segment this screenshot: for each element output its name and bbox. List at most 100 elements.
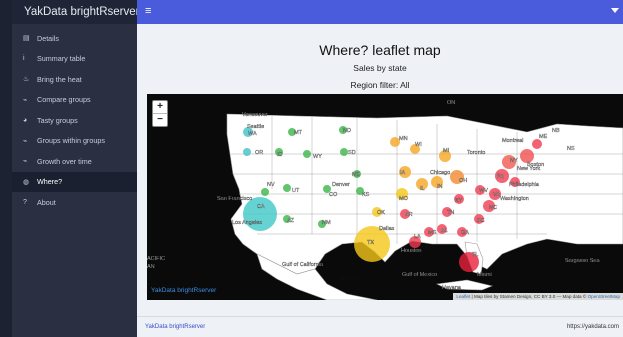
footer-url[interactable]: https://yakdata.com: [567, 324, 619, 330]
zoom-out-button[interactable]: −: [153, 114, 167, 126]
map-label-oh: OH: [459, 178, 467, 184]
map-label-ns: NS: [567, 146, 575, 152]
zoom-control: + −: [152, 100, 168, 127]
map-label-ar: AR: [405, 212, 413, 218]
map-label-los-angeles: Los Angeles: [232, 220, 262, 226]
osm-link[interactable]: OpenStreetMap: [588, 294, 620, 299]
map-marker-me[interactable]: [532, 139, 542, 149]
map-label-nv: NV: [267, 182, 275, 188]
map-label-pa: PA: [497, 174, 504, 180]
map-label-co: CO: [329, 192, 338, 198]
map-marker-nv[interactable]: [261, 188, 269, 196]
map-label-ut: UT: [292, 188, 300, 194]
map-label-an: AN: [147, 264, 155, 270]
map-label-acific: ACIFIC: [147, 256, 165, 262]
sidebar-item-label: About: [37, 197, 56, 207]
map-label-mo: MO: [399, 196, 409, 202]
map-label-mn: MN: [399, 136, 408, 142]
map-marker-sd[interactable]: [340, 148, 348, 156]
map-label-denver: Denver: [332, 182, 350, 188]
dropdown-caret-icon[interactable]: [611, 8, 619, 13]
line-chart-icon: ⌁: [23, 158, 28, 166]
map-brand-label: YakData brightRserver: [151, 287, 217, 294]
line-chart-icon: ⌁: [23, 96, 28, 104]
page-footer: YakData brightRserver https://yakdata.co…: [137, 316, 623, 337]
map-label-nc: NC: [489, 205, 497, 211]
line-chart-icon: ⌁: [23, 137, 28, 145]
region-filter-label: Region filter: All: [350, 80, 410, 90]
page-subtitle: Sales by state: [353, 63, 407, 73]
map-label-san-francisco: San Francisco: [217, 196, 252, 202]
map-label-me: ME: [539, 134, 548, 140]
attribution-text: | Map tiles by Stamen Design, CC BY 3.0 …: [470, 294, 588, 299]
sidebar-item-summary-table[interactable]: i Summary table: [12, 49, 137, 70]
fire-icon: ♨: [23, 76, 30, 84]
sidebar-item-groups-within-groups[interactable]: ⌁ Groups within groups: [12, 131, 137, 152]
map-marker-ut[interactable]: [283, 184, 291, 192]
leaflet-link[interactable]: Leaflet: [456, 294, 470, 299]
map-label-wi: WI: [415, 142, 422, 148]
app-frame: YakData brightRserver ▤ Details i Summary t…: [12, 0, 623, 337]
info-icon: i: [23, 55, 25, 63]
question-icon: ?: [23, 198, 27, 206]
map-label-wv: WV: [479, 188, 488, 194]
sidebar-item-bring-the-heat[interactable]: ♨ Bring the heat: [12, 69, 137, 90]
map-label-toronto: Toronto: [467, 150, 485, 156]
map-label-ky: KY: [455, 198, 463, 204]
sidebar-item-about[interactable]: ? About: [12, 192, 137, 213]
map-label-nd: ND: [343, 128, 351, 134]
map-label-chicago: Chicago: [430, 170, 450, 176]
sidebar-item-label: Growth over time: [37, 156, 92, 166]
sidebar-item-label: Details: [37, 33, 59, 43]
map-label-tn: TN: [447, 210, 454, 216]
leaflet-map[interactable]: Vancouver Seattle WA MT ND OR ID SD WY MN ON WI MI NE…: [147, 94, 623, 300]
map-marker-wy[interactable]: [303, 150, 311, 158]
footer-brand-link[interactable]: YakData brightRserver: [145, 324, 205, 330]
map-label-ga: GA: [461, 230, 469, 236]
sidebar-item-label: Where?: [37, 177, 63, 187]
app-brand[interactable]: YakData brightRserver: [12, 0, 139, 24]
map-label-wy: WY: [313, 154, 322, 160]
map-marker-or[interactable]: [243, 148, 251, 156]
hamburger-icon[interactable]: ≡: [145, 6, 151, 17]
map-label-washington: Washington: [500, 196, 529, 202]
map-label-il: IL: [420, 186, 425, 192]
map-label-nb: NB: [552, 128, 560, 134]
sidebar: YakData brightRserver ▤ Details i Summary t…: [12, 0, 139, 337]
map-label-dallas: Dallas: [379, 226, 395, 232]
map-label-boston: Boston: [527, 162, 544, 168]
sidebar-item-tasty-groups[interactable]: ◕ Tasty groups: [12, 110, 137, 131]
map-label-gulf-of-california: Gulf of California: [282, 262, 324, 268]
sidebar-item-label: Bring the heat: [37, 74, 82, 84]
map-label-ne: NE: [352, 172, 360, 178]
map-label-mt: MT: [294, 130, 303, 136]
sidebar-item-where[interactable]: ◍ Where?: [12, 171, 137, 192]
map-label-sc: SC: [477, 218, 485, 224]
map-label-houston: Houston: [401, 248, 422, 254]
map-label-sd: SD: [348, 150, 356, 156]
map-label-or: OR: [255, 150, 263, 156]
map-label-mexico: Mexico: [341, 276, 358, 282]
map-label-ca: CA: [257, 204, 265, 210]
map-label-mi: MI: [443, 148, 450, 154]
map-label-gulf-of-mexico: Gulf of Mexico: [402, 272, 437, 278]
map-label-ok: OK: [377, 210, 385, 216]
map-label-fl: FL: [472, 252, 478, 258]
map-label-id: ID: [277, 152, 283, 158]
globe-icon: ◍: [23, 178, 30, 186]
map-canvas: Vancouver SeattleWA MT ND OR ID SD WY MN ON WI MI NE…: [147, 100, 623, 300]
sidebar-item-compare-groups[interactable]: ⌁ Compare groups: [12, 90, 137, 111]
map-label-wa: WA: [248, 131, 257, 137]
sidebar-item-label: Groups within groups: [37, 136, 105, 146]
sidebar-menu: ▤ Details i Summary table ♨ Bring the heat ⌁ Co…: [12, 28, 137, 213]
map-label-nm: NM: [322, 220, 331, 226]
sidebar-item-growth-over-time[interactable]: ⌁ Growth over time: [12, 151, 137, 172]
page-title: Where? leaflet map: [319, 42, 441, 58]
zoom-in-button[interactable]: +: [153, 101, 167, 114]
sidebar-item-details[interactable]: ▤ Details: [12, 28, 137, 49]
map-label-miami: Miami: [477, 272, 492, 278]
map-marker-ma[interactable]: [520, 149, 534, 163]
map-label-tx: TX: [367, 240, 374, 246]
map-label-ny: NY: [510, 158, 518, 164]
map-label-ia: IA: [400, 170, 406, 176]
